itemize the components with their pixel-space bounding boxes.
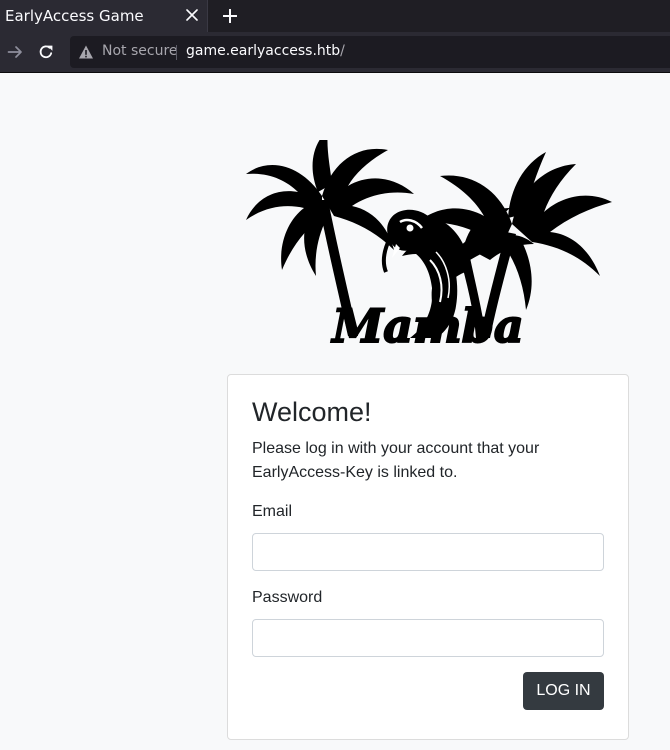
close-tab-icon[interactable] <box>183 6 201 24</box>
browser-tab-bar: EarlyAccess Game <box>0 0 670 32</box>
password-field[interactable] <box>252 619 604 657</box>
url-text[interactable]: game.earlyaccess.htb/ <box>186 43 345 59</box>
url-separator <box>176 45 177 60</box>
warning-triangle-icon[interactable] <box>78 44 94 60</box>
login-card: Welcome! Please log in with your account… <box>227 374 629 740</box>
url-host: game.earlyaccess.htb <box>186 43 341 59</box>
reload-icon[interactable] <box>35 41 57 63</box>
browser-nav-bar: Not secure game.earlyaccess.htb/ <box>0 32 670 73</box>
not-secure-label[interactable]: Not secure <box>102 43 178 59</box>
password-label: Password <box>252 589 323 606</box>
email-field[interactable] <box>252 533 604 571</box>
browser-tab[interactable]: EarlyAccess Game <box>0 0 208 32</box>
tab-title: EarlyAccess Game <box>5 7 144 25</box>
address-bar[interactable]: Not secure game.earlyaccess.htb/ <box>70 36 670 68</box>
login-description: Please log in with your account that you… <box>252 440 540 481</box>
url-path: / <box>340 43 345 59</box>
login-button[interactable]: LOG IN <box>523 672 604 710</box>
mamba-logo: Mamba <box>246 140 612 354</box>
page-content: Mamba Welcome! Please log in with your a… <box>0 74 670 750</box>
forward-arrow-icon[interactable] <box>4 41 26 63</box>
new-tab-plus-icon[interactable] <box>219 5 241 27</box>
logo-text: Mamba <box>330 299 523 353</box>
page-title: Welcome! <box>252 397 372 427</box>
email-label: Email <box>252 503 293 520</box>
